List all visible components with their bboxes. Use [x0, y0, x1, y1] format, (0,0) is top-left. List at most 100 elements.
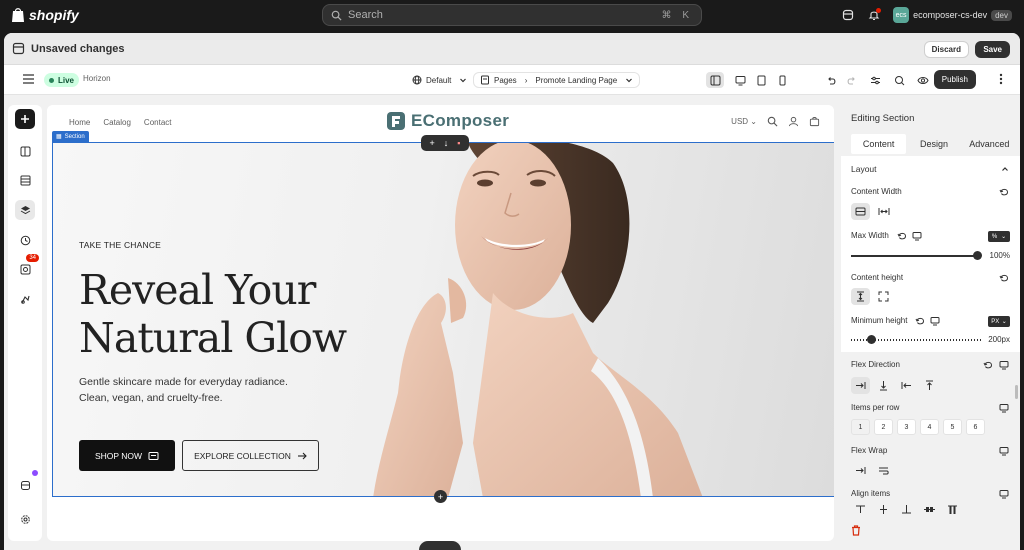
flex-direction-column-reverse-icon[interactable] — [920, 377, 939, 394]
settings-gear-icon[interactable] — [15, 509, 35, 529]
desktop-device-icon[interactable] — [999, 446, 1009, 456]
sections-icon[interactable] — [15, 170, 35, 190]
cart-icon[interactable] — [809, 116, 820, 127]
align-start-icon[interactable] — [851, 505, 870, 514]
layout-toggle-icon[interactable] — [706, 72, 724, 88]
nav-link-contact[interactable]: Contact — [144, 118, 172, 127]
items-per-row-option[interactable]: 6 — [966, 419, 985, 435]
page-select-value: Promote Landing Page — [535, 75, 618, 85]
reset-icon[interactable] — [999, 187, 1009, 197]
desktop-view-icon[interactable] — [731, 72, 749, 88]
reset-icon[interactable] — [915, 316, 925, 326]
arrow-right-icon — [297, 452, 307, 459]
panel-scrollbar[interactable] — [1015, 385, 1018, 399]
section-move-down-icon[interactable]: ↓ — [444, 138, 449, 148]
section-label-tag[interactable]: ▦ Section — [52, 131, 89, 142]
hero-subtext: Gentle skincare made for everyday radian… — [79, 374, 339, 406]
desktop-device-icon[interactable] — [999, 489, 1009, 499]
hero-headline-line2: Natural Glow — [79, 314, 347, 362]
min-height-unit-value: PX — [991, 318, 1000, 325]
items-per-row-option[interactable]: 4 — [920, 419, 939, 435]
tablet-view-icon[interactable] — [752, 72, 770, 88]
flex-direction-column-icon[interactable] — [874, 377, 893, 394]
shopify-logo[interactable]: shopify — [11, 7, 79, 23]
explore-collection-button[interactable]: EXPLORE COLLECTION — [182, 440, 319, 471]
min-height-unit-select[interactable]: PX ⌄ — [988, 316, 1010, 327]
search-input[interactable]: Search ⌘ K — [322, 4, 702, 26]
account-icon[interactable] — [788, 116, 799, 127]
notification-bell-icon[interactable] — [861, 0, 887, 30]
desktop-device-icon[interactable] — [999, 403, 1009, 413]
section-delete-icon[interactable]: ▪ — [457, 138, 460, 148]
flex-wrap-icon[interactable] — [874, 462, 893, 479]
flex-direction-row-reverse-icon[interactable] — [897, 377, 916, 394]
reset-icon[interactable] — [897, 231, 907, 241]
section-add-icon[interactable]: + — [430, 138, 435, 148]
undo-icon[interactable] — [822, 72, 840, 88]
save-button[interactable]: Save — [975, 41, 1010, 58]
publish-button[interactable]: Publish — [933, 70, 976, 89]
desktop-device-icon[interactable] — [999, 360, 1009, 370]
section-label-text: Section — [64, 133, 85, 140]
shop-now-button[interactable]: SHOP NOW — [79, 440, 175, 471]
menu-icon[interactable] — [23, 74, 34, 84]
store-logo[interactable]: EComposer — [386, 111, 509, 131]
align-end-icon[interactable] — [897, 505, 916, 514]
explore-collection-label: EXPLORE COLLECTION — [194, 450, 291, 461]
store-icon[interactable] — [835, 0, 861, 30]
hero-section[interactable]: TAKE THE CHANCE Reveal Your Natural Glow… — [52, 142, 834, 497]
template-select[interactable]: Default — [406, 72, 473, 88]
add-section-below-button[interactable]: + — [434, 490, 447, 503]
desktop-device-icon[interactable] — [912, 231, 922, 241]
items-per-row-option[interactable]: 3 — [897, 419, 916, 435]
templates-icon[interactable] — [15, 141, 35, 161]
preview-eye-icon[interactable] — [914, 72, 932, 88]
max-width-label: Max Width — [851, 231, 889, 240]
max-width-unit-select[interactable]: % ⌄ — [988, 231, 1010, 242]
currency-select[interactable]: USD ⌄ — [731, 117, 757, 126]
tab-content[interactable]: Content — [851, 134, 907, 154]
reset-icon[interactable] — [999, 273, 1009, 283]
content-width-full-icon[interactable] — [874, 203, 893, 220]
align-stretch-icon[interactable] — [943, 505, 962, 514]
flex-direction-row-icon[interactable] — [851, 377, 870, 394]
chevron-up-icon[interactable] — [1001, 165, 1009, 173]
settings-sliders-icon[interactable] — [866, 72, 884, 88]
redo-icon[interactable] — [842, 72, 860, 88]
add-element-button[interactable] — [15, 109, 35, 129]
more-options-icon[interactable] — [999, 73, 1003, 85]
nav-link-home[interactable]: Home — [69, 118, 90, 127]
tab-design[interactable]: Design — [906, 134, 961, 154]
history-icon[interactable] — [15, 230, 35, 250]
tab-advanced[interactable]: Advanced — [962, 134, 1017, 154]
content-height-fit-icon[interactable] — [851, 288, 870, 305]
items-per-row-option[interactable]: 1 — [851, 419, 870, 435]
delete-trash-icon[interactable] — [851, 525, 861, 536]
search-icon[interactable] — [767, 116, 778, 127]
page-select[interactable]: Pages › Promote Landing Page — [473, 72, 641, 88]
apps-icon[interactable] — [15, 289, 35, 309]
max-width-slider[interactable] — [851, 255, 977, 257]
min-height-slider-handle[interactable] — [867, 335, 877, 344]
discard-button[interactable]: Discard — [923, 41, 969, 58]
content-height-full-icon[interactable] — [874, 288, 893, 305]
align-center-icon[interactable] — [874, 505, 893, 514]
store-switcher[interactable]: ecs ecomposer-cs-dev dev — [893, 7, 1012, 23]
layers-icon[interactable] — [15, 200, 35, 220]
inspect-icon[interactable] — [890, 72, 908, 88]
content-width-boxed-icon[interactable] — [851, 203, 870, 220]
issues-icon[interactable]: 34 — [15, 254, 39, 279]
store-addons-icon[interactable] — [15, 470, 38, 495]
hero-headline: Reveal Your Natural Glow — [79, 266, 409, 362]
flex-nowrap-icon[interactable] — [851, 462, 870, 479]
max-width-slider-handle[interactable] — [972, 251, 982, 260]
nav-link-catalog[interactable]: Catalog — [103, 118, 131, 127]
min-height-value: 200px — [988, 335, 1010, 344]
items-per-row-option[interactable]: 2 — [874, 419, 893, 435]
reset-icon[interactable] — [983, 360, 993, 370]
bottom-collapse-handle[interactable] — [419, 541, 461, 550]
align-baseline-icon[interactable] — [920, 505, 939, 514]
desktop-device-icon[interactable] — [930, 316, 940, 326]
items-per-row-option[interactable]: 5 — [943, 419, 962, 435]
mobile-view-icon[interactable] — [773, 72, 791, 88]
